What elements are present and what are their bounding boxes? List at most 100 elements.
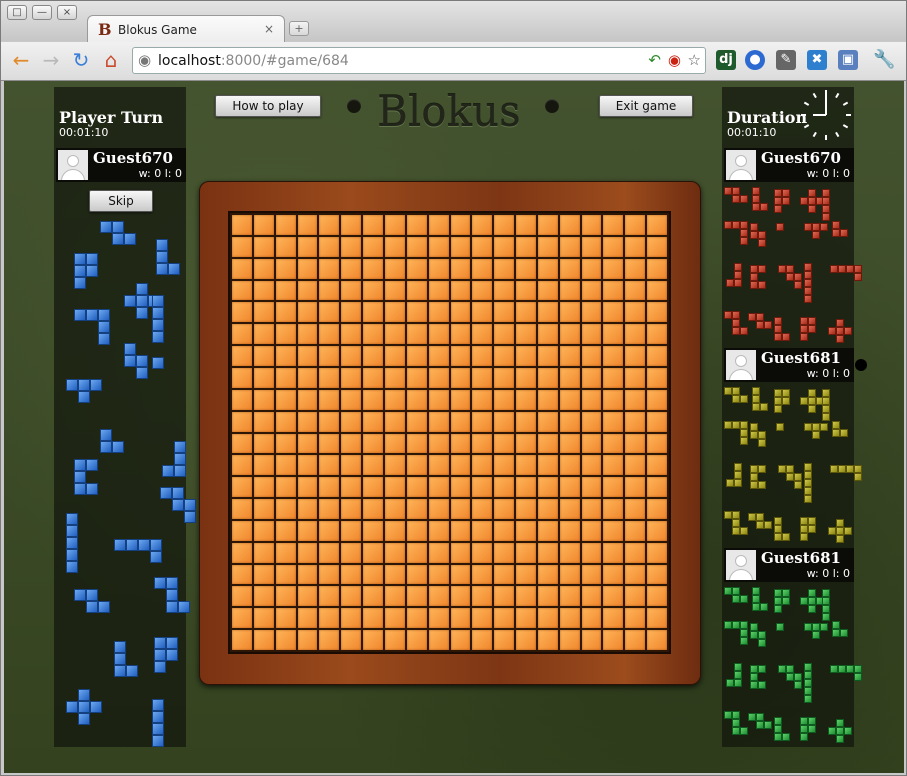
yellow-piece-tile[interactable]	[740, 429, 748, 437]
yellow-piece-tile[interactable]	[760, 403, 768, 411]
blue-piece-tile[interactable]	[184, 499, 196, 511]
board-cell[interactable]	[253, 520, 274, 541]
yellow-piece-tile[interactable]	[734, 479, 742, 487]
board-cell[interactable]	[319, 215, 340, 235]
board-cell[interactable]	[494, 499, 515, 519]
board-cell[interactable]	[494, 586, 515, 607]
blue-piece-tile[interactable]	[152, 735, 164, 747]
board-cell[interactable]	[363, 455, 383, 476]
board-cell[interactable]	[494, 542, 515, 563]
red-piece-tile[interactable]	[750, 231, 758, 239]
blue-piece-tile[interactable]	[66, 525, 78, 537]
board-cell[interactable]	[581, 215, 602, 235]
board-cell[interactable]	[537, 236, 558, 257]
board-cell[interactable]	[537, 346, 558, 366]
blue-piece-tile[interactable]	[152, 307, 164, 319]
board-cell[interactable]	[363, 542, 383, 563]
board-cell[interactable]	[647, 455, 667, 476]
blue-piece-tile[interactable]	[166, 589, 178, 601]
yellow-piece-tile[interactable]	[782, 389, 790, 397]
board-cell[interactable]	[581, 630, 602, 650]
board-cell[interactable]	[253, 564, 274, 585]
red-piece-tile[interactable]	[804, 271, 812, 279]
board-cell[interactable]	[647, 367, 667, 388]
board-cell[interactable]	[341, 477, 362, 498]
board-cell[interactable]	[603, 608, 624, 629]
green-piece-tile[interactable]	[752, 587, 760, 595]
green-piece-tile[interactable]	[732, 587, 740, 595]
board-cell[interactable]	[341, 542, 362, 563]
board-cell[interactable]	[494, 367, 515, 388]
board-cell[interactable]	[450, 236, 471, 257]
board-cell[interactable]	[384, 630, 405, 650]
board-cell[interactable]	[537, 215, 558, 235]
board-cell[interactable]	[406, 499, 427, 519]
board-cell[interactable]	[537, 324, 558, 345]
board-cell[interactable]	[647, 630, 667, 650]
yellow-piece-tile[interactable]	[732, 387, 740, 395]
board-cell[interactable]	[406, 455, 427, 476]
board-cell[interactable]	[559, 302, 580, 323]
board-cell[interactable]	[537, 542, 558, 563]
green-piece-tile[interactable]	[822, 605, 830, 613]
blue-piece-tile[interactable]	[126, 665, 138, 677]
board-cell[interactable]	[647, 236, 667, 257]
board-cell[interactable]	[537, 630, 558, 650]
board-cell[interactable]	[450, 477, 471, 498]
yellow-piece-tile[interactable]	[836, 535, 844, 543]
board-cell[interactable]	[275, 236, 296, 257]
yellow-piece-tile[interactable]	[782, 533, 790, 541]
red-piece-tile[interactable]	[724, 187, 732, 195]
blocked-icon[interactable]: ◉	[668, 51, 681, 69]
home-icon[interactable]: ⌂	[99, 48, 123, 72]
red-piece-tile[interactable]	[752, 187, 760, 195]
board-cell[interactable]	[494, 433, 515, 454]
green-piece-tile[interactable]	[804, 687, 812, 695]
board-cell[interactable]	[428, 411, 449, 432]
board-cell[interactable]	[232, 433, 252, 454]
green-piece-tile[interactable]	[774, 605, 782, 613]
red-piece-tile[interactable]	[758, 281, 766, 289]
tab-close-icon[interactable]: ×	[264, 22, 274, 36]
board-cell[interactable]	[232, 455, 252, 476]
board-cell[interactable]	[275, 346, 296, 366]
board-cell[interactable]	[319, 520, 340, 541]
green-piece-tile[interactable]	[800, 733, 808, 741]
board-cell[interactable]	[297, 389, 318, 410]
board-cell[interactable]	[406, 215, 427, 235]
board-cell[interactable]	[625, 499, 646, 519]
blue-piece-tile[interactable]	[150, 539, 162, 551]
board-cell[interactable]	[516, 630, 536, 650]
board-cell[interactable]	[253, 215, 274, 235]
yellow-piece-tile[interactable]	[750, 473, 758, 481]
yellow-piece-tile[interactable]	[800, 517, 808, 525]
board-cell[interactable]	[232, 411, 252, 432]
green-piece-tile[interactable]	[732, 727, 740, 735]
board-cell[interactable]	[625, 346, 646, 366]
blue-piece-tile[interactable]	[86, 309, 98, 321]
yellow-piece-tile[interactable]	[732, 527, 740, 535]
red-piece-tile[interactable]	[828, 327, 836, 335]
board-cell[interactable]	[253, 477, 274, 498]
board-cell[interactable]	[603, 324, 624, 345]
board-cell[interactable]	[319, 346, 340, 366]
board-cell[interactable]	[406, 280, 427, 301]
board-cell[interactable]	[341, 236, 362, 257]
yellow-piece-tile[interactable]	[782, 397, 790, 405]
board-cell[interactable]	[341, 455, 362, 476]
yellow-piece-tile[interactable]	[800, 525, 808, 533]
yellow-piece-tile[interactable]	[740, 421, 748, 429]
board-cell[interactable]	[341, 586, 362, 607]
yellow-piece-tile[interactable]	[774, 525, 782, 533]
board-cell[interactable]	[341, 324, 362, 345]
green-piece-tile[interactable]	[804, 679, 812, 687]
blue-piece-tile[interactable]	[126, 539, 138, 551]
board-cell[interactable]	[341, 433, 362, 454]
board-cell[interactable]	[516, 389, 536, 410]
board-cell[interactable]	[253, 302, 274, 323]
blue-piece-tile[interactable]	[86, 459, 98, 471]
red-piece-tile[interactable]	[734, 263, 742, 271]
green-piece-tile[interactable]	[832, 629, 840, 637]
board-cell[interactable]	[341, 215, 362, 235]
yellow-piece-tile[interactable]	[732, 395, 740, 403]
